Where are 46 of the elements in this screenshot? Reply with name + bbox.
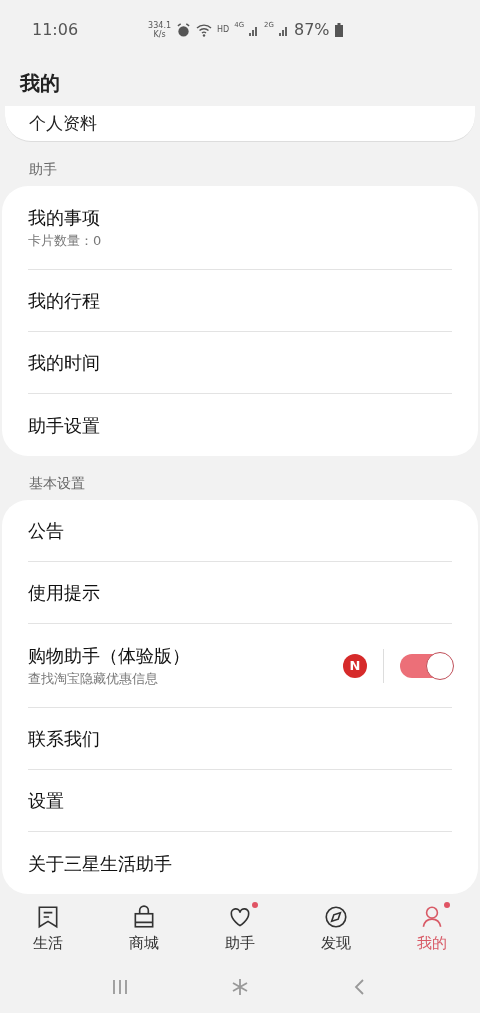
row-subtitle: 查找淘宝隐藏优惠信息 [28, 670, 159, 689]
speed-unit: K/s [153, 30, 166, 39]
settings-row[interactable]: 我的事项 卡片数量：0 [28, 186, 452, 270]
network-speed: 334.1 [148, 21, 171, 30]
row-subtitle: 卡片数量：0 [28, 232, 103, 251]
asterisk-icon[interactable] [230, 976, 250, 997]
settings-row[interactable]: 设置 [28, 770, 452, 832]
settings-row[interactable]: 使用提示 [28, 562, 452, 624]
battery-level: 87% [294, 19, 330, 41]
signal-icon [249, 24, 260, 36]
settings-row[interactable]: 助手设置 [28, 394, 452, 456]
signal-icon [279, 24, 289, 36]
row-label: 购物助手（体验版） [28, 644, 191, 669]
row-label: 我的时间 [28, 351, 101, 375]
row-label: 个人资料 [29, 111, 97, 135]
row-label: 使用提示 [28, 581, 101, 605]
compass-icon [323, 903, 349, 930]
row-label: 助手设置 [28, 413, 101, 438]
row-label: 我的事项 [28, 206, 101, 231]
settings-row[interactable]: 我的时间 [28, 332, 452, 394]
nav-tab[interactable]: 发现 [288, 898, 384, 960]
nav-tab[interactable]: 生活 [0, 898, 96, 960]
row-label: 我的行程 [28, 289, 101, 313]
settings-row[interactable]: 购物助手（体验版） 查找淘宝隐藏优惠信息 N [28, 624, 452, 708]
nav-tab[interactable]: 商城 [96, 898, 192, 960]
row-label: 联系我们 [28, 727, 101, 751]
settings-row[interactable]: 联系我们 [28, 708, 452, 770]
row-label: 公告 [28, 519, 65, 543]
battery-icon [334, 23, 343, 37]
settings-row[interactable]: 关于三星生活助手 [28, 832, 452, 894]
alarm-icon [176, 22, 191, 38]
nav-tab[interactable]: 助手 [192, 898, 288, 960]
settings-row[interactable]: 我的行程 [28, 270, 452, 332]
row-label: 关于三星生活助手 [28, 851, 173, 876]
new-badge: N [343, 653, 367, 678]
toggle-switch[interactable] [400, 653, 452, 678]
row-label: 设置 [28, 789, 65, 813]
settings-row[interactable]: 公告 [28, 500, 452, 562]
recent-apps-icon[interactable] [110, 977, 129, 996]
profile-card[interactable]: 个人资料 [5, 106, 475, 142]
hd-label: HD [217, 24, 230, 36]
wifi-icon [196, 23, 212, 37]
section-header: 助手 [29, 160, 57, 179]
page-title: 我的 [20, 70, 60, 97]
section-header: 基本设置 [29, 474, 85, 493]
status-time: 11:06 [32, 19, 79, 41]
